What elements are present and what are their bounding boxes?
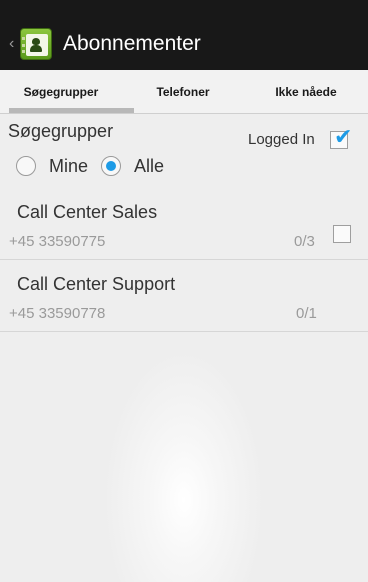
group-phone: +45 33590778: [9, 305, 106, 322]
person-head: [32, 38, 40, 45]
tab-ikke-naede[interactable]: Ikke nåede: [244, 70, 368, 114]
group-item-call-center-sales[interactable]: Call Center Sales +45 33590775 0/3: [0, 188, 368, 260]
radio-mine-label[interactable]: Mine: [49, 156, 88, 176]
group-count: 0/3: [294, 233, 315, 250]
action-bar: ‹ Abonnementer: [0, 0, 368, 70]
person-body: [30, 45, 42, 52]
radio-alle[interactable]: [101, 156, 121, 176]
section-title: Søgegrupper: [8, 121, 114, 141]
logged-in-checkbox[interactable]: ✔: [330, 126, 352, 149]
logged-in-label: Logged In: [248, 131, 315, 148]
radio-selected-dot: [106, 161, 116, 171]
radio-alle-label[interactable]: Alle: [134, 156, 164, 176]
group-sales-checkbox[interactable]: [333, 225, 351, 243]
tab-telefoner[interactable]: Telefoner: [122, 70, 244, 114]
tab-selected-indicator: [9, 108, 134, 113]
group-phone: +45 33590775: [9, 233, 106, 250]
group-item-call-center-support[interactable]: Call Center Support +45 33590778 0/1: [0, 260, 368, 332]
contacts-book-icon[interactable]: [20, 28, 52, 60]
group-count: 0/1: [296, 305, 317, 322]
checkmark-icon: ✔: [334, 124, 353, 149]
app-title: Abonnementer: [63, 32, 201, 55]
radio-mine[interactable]: [16, 156, 36, 176]
group-name: Call Center Support: [17, 274, 176, 294]
back-caret-icon[interactable]: ‹: [9, 36, 14, 52]
group-name: Call Center Sales: [17, 202, 158, 222]
